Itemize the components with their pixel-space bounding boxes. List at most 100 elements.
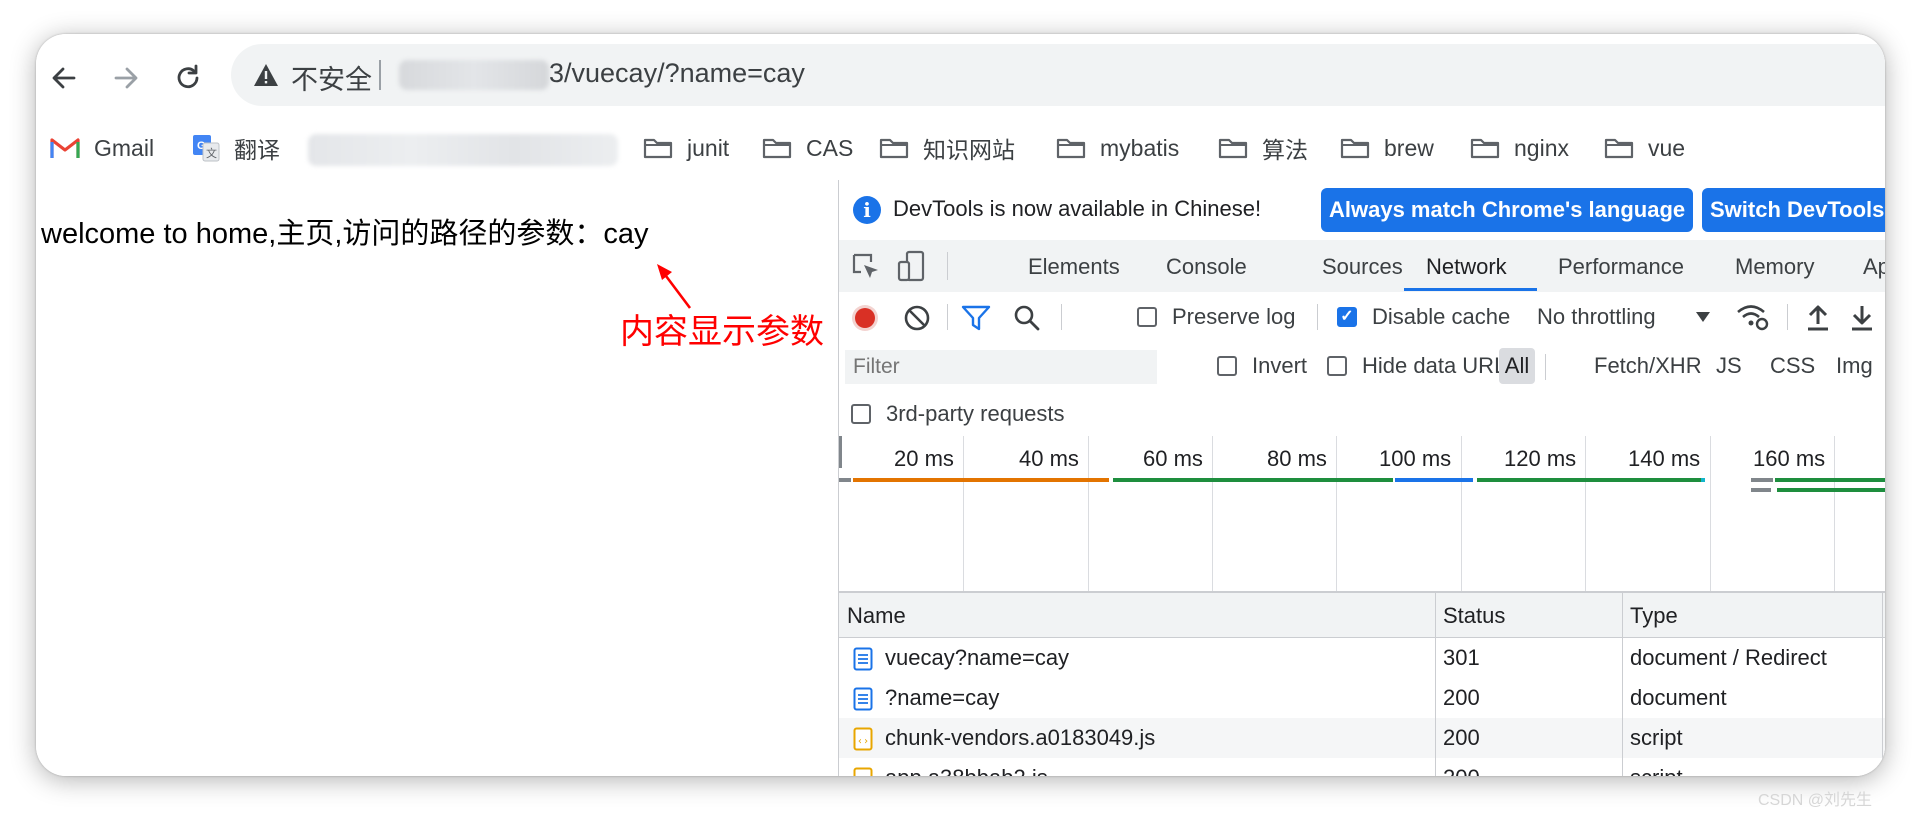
column-divider[interactable] xyxy=(1435,593,1436,776)
tab-performance[interactable]: Performance xyxy=(1558,254,1684,280)
filter-type-css[interactable]: CSS xyxy=(1770,353,1815,379)
network-conditions-icon[interactable] xyxy=(1735,302,1769,332)
column-header-type[interactable]: Type xyxy=(1630,603,1678,629)
bookmark-folder-algorithms[interactable]: 算法 xyxy=(1218,130,1308,166)
column-header-status[interactable]: Status xyxy=(1443,603,1505,629)
third-party-checkbox[interactable] xyxy=(851,404,871,424)
tab-memory[interactable]: Memory xyxy=(1735,254,1814,280)
record-icon[interactable] xyxy=(851,304,879,332)
tick-label: 20 ms xyxy=(894,446,954,471)
hide-data-urls-checkbox[interactable] xyxy=(1327,356,1347,376)
request-type: script xyxy=(1630,765,1683,776)
overview-bar xyxy=(839,478,851,482)
switch-devtools-language-button[interactable]: Switch DevTools to C xyxy=(1702,188,1885,232)
address-bar[interactable]: 不安全 3/vuecay/?name=cay xyxy=(231,44,1885,106)
bookmark-folder-vue[interactable]: vue xyxy=(1604,130,1685,166)
bookmark-folder-brew[interactable]: brew xyxy=(1340,130,1434,166)
always-match-language-button[interactable]: Always match Chrome's language xyxy=(1321,188,1694,232)
bookmark-label: nginx xyxy=(1514,134,1569,161)
browser-toolbar: 不安全 3/vuecay/?name=cay xyxy=(36,34,1885,118)
filter-icon[interactable] xyxy=(961,304,991,332)
tick-label: 60 ms xyxy=(1143,446,1203,471)
tab-application[interactable]: Applic xyxy=(1863,254,1885,280)
overview-bar xyxy=(1751,478,1773,482)
overview-gridline xyxy=(1336,436,1337,591)
disable-cache-checkbox[interactable]: ✓ xyxy=(1337,307,1357,327)
throttling-select[interactable]: No throttling xyxy=(1537,304,1656,330)
bookmark-label: 知识网站 xyxy=(923,137,1015,163)
overview-gridline xyxy=(1585,436,1586,591)
search-icon[interactable] xyxy=(1013,304,1041,332)
forward-arrow-icon xyxy=(114,67,138,89)
request-name: ?name=cay xyxy=(885,685,1000,710)
preserve-log-checkbox[interactable] xyxy=(1137,307,1157,327)
bookmark-label: 翻译 xyxy=(234,137,280,163)
tab-elements[interactable]: Elements xyxy=(1028,254,1120,280)
inspect-element-icon[interactable] xyxy=(851,252,881,282)
url-text: 3/vuecay/?name=cay xyxy=(549,58,805,88)
tab-network[interactable]: Network xyxy=(1426,254,1507,280)
toolbar-divider xyxy=(1787,304,1788,330)
disable-cache-label: Disable cache xyxy=(1372,304,1511,329)
translate-icon: G文 xyxy=(192,134,220,162)
third-party-bar: 3rd-party requests xyxy=(839,392,1885,437)
devtools-language-infobar: i DevTools is now available in Chinese! … xyxy=(839,180,1885,241)
script-icon: ‹› xyxy=(853,767,873,776)
table-row[interactable]: ‹› chunk-vendors.a0183049.js 200 script xyxy=(839,718,1885,758)
bookmark-folder-nginx[interactable]: nginx xyxy=(1470,130,1569,166)
dropdown-caret-icon xyxy=(1696,312,1710,322)
toolbar-divider xyxy=(1317,304,1318,330)
filter-type-img[interactable]: Img xyxy=(1836,353,1873,379)
export-har-icon[interactable] xyxy=(1849,302,1875,332)
gmail-icon xyxy=(50,136,80,160)
tab-console[interactable]: Console xyxy=(1166,254,1247,280)
bookmark-folder-mybatis[interactable]: mybatis xyxy=(1056,130,1179,166)
overview-gridline xyxy=(963,436,964,591)
table-row[interactable]: ?name=cay 200 document xyxy=(839,678,1885,718)
overview-left-handle[interactable] xyxy=(839,436,842,468)
filter-input[interactable] xyxy=(845,350,1157,384)
bookmark-translate[interactable]: G文 翻译 xyxy=(192,130,280,166)
column-header-name[interactable]: Name xyxy=(847,603,906,629)
request-type: document xyxy=(1630,685,1727,710)
invert-checkbox[interactable] xyxy=(1217,356,1237,376)
browser-window: 不安全 3/vuecay/?name=cay Gmail G文 翻译 junit xyxy=(36,34,1885,776)
svg-text:‹›: ‹› xyxy=(857,736,869,747)
info-icon: i xyxy=(853,196,881,224)
bookmarks-bar: Gmail G文 翻译 junit CAS 知识网站 mybatis 算法 br… xyxy=(36,118,1885,181)
filter-type-all[interactable]: All xyxy=(1499,348,1535,384)
filter-type-js[interactable]: JS xyxy=(1716,353,1742,379)
bookmark-gmail[interactable]: Gmail xyxy=(50,130,154,166)
invert-label: Invert xyxy=(1252,353,1308,378)
table-row[interactable]: ‹› app.a38bbab2.js 200 script xyxy=(839,758,1885,776)
request-status: 200 xyxy=(1443,725,1480,750)
column-divider[interactable] xyxy=(1882,593,1883,776)
tick-label: 140 ms xyxy=(1628,446,1701,471)
bookmark-folder-cas[interactable]: CAS xyxy=(762,130,853,166)
overview-bar xyxy=(1775,478,1885,482)
import-har-icon[interactable] xyxy=(1805,302,1831,332)
welcome-text: welcome to home,主页,访问的路径的参数：cay xyxy=(41,218,649,250)
redacted-bookmarks xyxy=(308,134,618,166)
bookmark-folder-knowledge[interactable]: 知识网站 xyxy=(879,130,1015,166)
column-divider[interactable] xyxy=(1622,593,1623,776)
bookmark-label: Gmail xyxy=(94,134,155,161)
folder-icon xyxy=(1056,136,1086,160)
clear-icon[interactable] xyxy=(903,304,931,332)
folder-icon xyxy=(1218,136,1248,160)
address-separator xyxy=(379,60,381,90)
network-overview[interactable]: 20 ms 40 ms 60 ms 80 ms 100 ms 120 ms 14… xyxy=(839,436,1885,591)
infobar-message: DevTools is now available in Chinese! xyxy=(893,196,1262,221)
overview-gridline xyxy=(1834,436,1835,591)
table-row[interactable]: vuecay?name=cay 301 document / Redirect xyxy=(839,638,1885,678)
back-button[interactable] xyxy=(44,58,84,98)
bookmark-folder-junit[interactable]: junit xyxy=(643,130,729,166)
forward-button[interactable] xyxy=(106,58,146,98)
tab-sources[interactable]: Sources xyxy=(1322,254,1403,280)
overview-bar xyxy=(1113,478,1393,482)
reload-button[interactable] xyxy=(168,58,208,98)
warning-icon xyxy=(254,64,278,86)
filter-type-fetch-xhr[interactable]: Fetch/XHR xyxy=(1594,353,1702,379)
device-toolbar-icon[interactable] xyxy=(897,250,927,282)
tick-label: 160 ms xyxy=(1753,446,1826,471)
